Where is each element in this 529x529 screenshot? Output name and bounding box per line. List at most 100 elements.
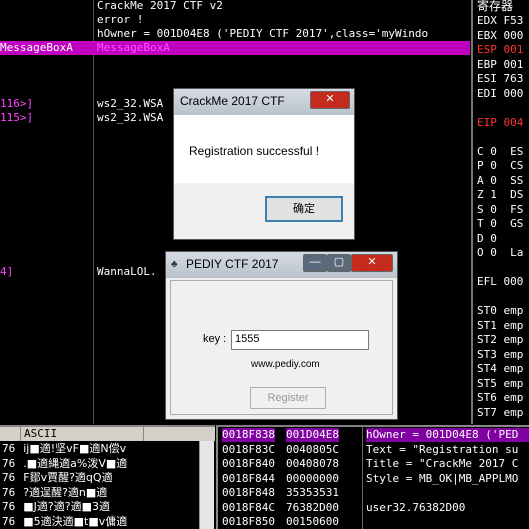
register-row[interactable]: EDI 000 — [477, 87, 523, 101]
dump-row[interactable]: 76 .■適縄適a%泼V■適 — [2, 457, 127, 471]
close-icon: ✕ — [367, 256, 377, 268]
disassembly-row[interactable]: CrackMe 2017 CTF v2 — [0, 0, 470, 13]
dump-row[interactable]: 76 ■J適?適?適■3適 — [2, 500, 110, 514]
dump-offset: 76 — [2, 485, 16, 499]
register-row[interactable]: O 0 La — [477, 246, 523, 260]
disassembly-row[interactable] — [0, 55, 470, 69]
dump-ascii-text: .■適縄適a%泼V■適 — [23, 456, 128, 470]
register-row[interactable]: T 0 GS — [477, 217, 523, 231]
message-box-titlebar[interactable]: CrackMe 2017 CTF ✕ — [174, 89, 354, 115]
message-box-window[interactable]: CrackMe 2017 CTF ✕ Registration successf… — [173, 88, 355, 240]
registers-pane[interactable]: 寄存器 EDX F53 EBX 000 ESP 001 EBP 001 ESI 763 E… — [471, 0, 529, 424]
register-row[interactable]: D 0 — [477, 232, 497, 246]
stack-address: 0018F840 — [222, 457, 275, 470]
register-row[interactable]: EBX 000 — [477, 29, 523, 43]
key-label: key : — [203, 333, 227, 345]
register-row[interactable]: P 0 CS — [477, 159, 523, 173]
crackme-client-area: key : 1555 www.pediy.com Register — [170, 280, 393, 415]
dump-row[interactable]: 76 ij■適!坚vF■適N偿v — [2, 442, 126, 456]
register-row[interactable]: ST6 emp — [477, 391, 523, 405]
stack-row[interactable]: 0018F83C 0040805C Text = "Registration su — [218, 443, 529, 457]
dump-header: ASCII — [0, 427, 215, 441]
stack-row[interactable]: 0018F840 00408078 Title = "CrackMe 2017 C — [218, 457, 529, 471]
register-row[interactable]: Z 1 DS — [477, 188, 523, 202]
maximize-button[interactable]: ▢ — [327, 254, 351, 272]
stack-value: 001D04E8 — [286, 428, 339, 442]
disassembly-right-text: WannaLOL. — [97, 265, 157, 278]
message-text: Registration successful ! — [189, 144, 320, 158]
register-row[interactable]: EIP 004 — [477, 116, 523, 130]
register-row[interactable]: ST4 emp — [477, 362, 523, 376]
crackme-title: PEDIY CTF 2017 — [186, 257, 279, 271]
stack-pane[interactable]: 0018F838 001D04E8 hOwner = 001D04E8 ('PED 0… — [216, 425, 529, 529]
crackme-titlebar[interactable]: ♣ PEDIY CTF 2017 — ▢ ✕ — [166, 252, 397, 278]
register-row[interactable]: A 0 SS — [477, 174, 523, 188]
stack-value: 0040805C — [286, 442, 339, 456]
register-row[interactable]: ST3 emp — [477, 348, 523, 362]
minimize-button[interactable]: — — [303, 254, 327, 272]
disassembly-right-text: CrackMe 2017 CTF v2 — [97, 0, 223, 12]
register-row[interactable]: ESP 001 — [477, 43, 523, 57]
stack-address: 0018F84C — [222, 500, 275, 514]
dump-scrollbar[interactable] — [199, 441, 214, 529]
dump-ascii-text: ij■適!坚vF■適N偿v — [23, 442, 127, 455]
maximize-icon: ▢ — [333, 256, 345, 268]
stack-address: 0018F83C — [222, 442, 275, 456]
memory-dump-pane[interactable]: ASCII 76 ij■適!坚vF■適N偿v 76 .■適縄適a%泼V■適 76 F鄒v賈… — [0, 425, 215, 529]
dump-offset: 76 — [2, 471, 16, 484]
dump-row[interactable]: 76 F鄒v賈醒?適qQ適 — [2, 471, 113, 485]
stack-comment: Text = "Registration su — [366, 442, 519, 456]
disassembly-row[interactable] — [0, 69, 470, 83]
register-row[interactable]: ST1 emp — [477, 319, 523, 333]
stack-row[interactable]: 0018F844 00000000 Style = MB_OK|MB_APPLMO — [218, 472, 529, 486]
stack-value: 00408078 — [286, 457, 339, 470]
close-button[interactable]: ✕ — [351, 254, 393, 272]
stack-column-divider — [362, 427, 363, 529]
ok-button[interactable]: 确定 — [265, 196, 343, 222]
close-button[interactable]: ✕ — [310, 91, 350, 109]
registers-header: 寄存器 — [477, 0, 514, 13]
dump-ascii-text: F鄒v賈醒?適qQ適 — [23, 471, 113, 484]
stack-comment: hOwner = 001D04E8 ('PED — [366, 428, 529, 442]
dump-ascii-text: ?適逞醒?適n■適 — [23, 485, 108, 499]
dump-ascii-text: ■J適?適?適■3適 — [23, 500, 110, 513]
stack-value: 76382D00 — [286, 500, 339, 514]
key-input-value: 1555 — [235, 333, 260, 345]
message-box-title: CrackMe 2017 CTF — [180, 94, 285, 108]
disassembly-row[interactable]: hOwner = 001D04E8 ('PEDIY CTF 2017',clas… — [0, 27, 470, 41]
dump-row[interactable]: 76 ■5適決適■t■v傭適 — [2, 515, 127, 529]
stack-comment: user32.76382D00 — [366, 500, 466, 514]
register-row[interactable]: EDX F53 — [477, 14, 523, 28]
dump-row[interactable]: 76 ?適逞醒?適n■適 — [2, 486, 107, 500]
site-label: www.pediy.com — [251, 359, 320, 370]
disassembly-left-text: 4] — [0, 265, 14, 278]
register-row[interactable]: ST7 emp — [477, 406, 523, 420]
stack-address: 0018F848 — [222, 486, 275, 499]
dump-ascii-header: ASCII — [24, 427, 58, 440]
register-row[interactable]: C 0 ES — [477, 145, 523, 159]
app-icon: ♣ — [171, 259, 178, 270]
dump-offset: 76 — [2, 500, 16, 513]
crackme-window[interactable]: ♣ PEDIY CTF 2017 — ▢ ✕ key : 1555 www.pe… — [165, 251, 398, 420]
register-row[interactable]: ST5 emp — [477, 377, 523, 391]
disassembly-right-text: ws2_32.WSA — [97, 111, 164, 124]
stack-value: 00000000 — [286, 471, 339, 485]
stack-row[interactable]: 0018F848 35353531 — [218, 486, 529, 500]
key-input[interactable]: 1555 — [231, 330, 369, 350]
register-row[interactable]: EBP 001 — [477, 58, 523, 72]
stack-comment: Title = "CrackMe 2017 C — [366, 457, 519, 470]
disassembly-left-text: 115>] — [0, 111, 34, 124]
disassembly-row[interactable]: MessageBoxA MessageBoxA — [0, 41, 470, 55]
stack-row[interactable]: 0018F84C 76382D00 user32.76382D00 — [218, 501, 529, 515]
register-row[interactable]: S 0 FS — [477, 203, 523, 217]
disassembly-row[interactable]: error ! — [0, 13, 470, 27]
register-button[interactable]: Register — [250, 387, 326, 409]
stack-address: 0018F844 — [222, 471, 275, 485]
register-row[interactable]: EFL 000 — [477, 275, 523, 289]
register-row[interactable]: ST2 emp — [477, 333, 523, 347]
dump-offset: 76 — [2, 456, 16, 470]
register-row[interactable]: ESI 763 — [477, 72, 523, 86]
register-row[interactable]: ST0 emp — [477, 304, 523, 318]
disassembly-right-text: hOwner = 001D04E8 ('PEDIY CTF 2017',clas… — [97, 27, 429, 40]
stack-row[interactable]: 0018F838 001D04E8 hOwner = 001D04E8 ('PED — [218, 428, 529, 442]
